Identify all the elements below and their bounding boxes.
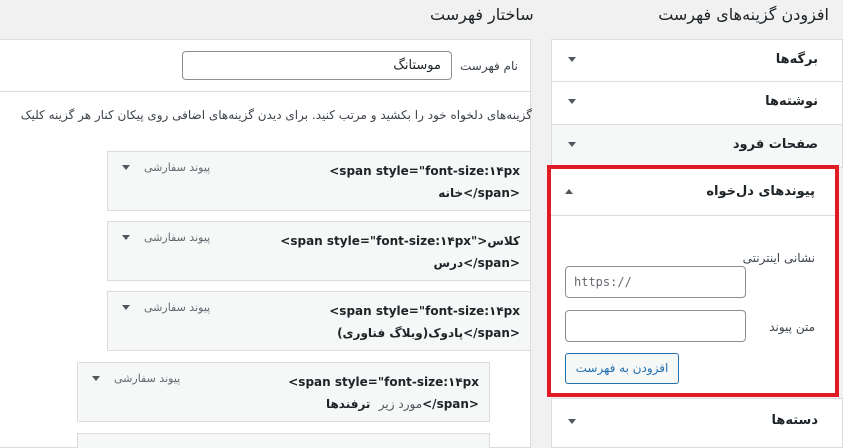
chevron-down-icon[interactable] <box>568 142 576 147</box>
menu-item[interactable] <box>77 433 490 448</box>
add-menu-items-title: افزودن گزینه‌های فهرست <box>658 5 829 24</box>
url-label: نشانی اینترنتی <box>742 251 815 265</box>
accordion-landing-pages[interactable]: صفحات فرود <box>551 125 843 168</box>
chevron-down-icon[interactable] <box>122 305 130 310</box>
menu-item[interactable]: <span style="font-size:۱۴px پادوک(وبلاگ … <box>107 291 531 351</box>
accordion-pages[interactable]: برگه‌ها <box>551 39 843 82</box>
chevron-down-icon[interactable] <box>568 99 576 104</box>
accordion-pages-label: برگه‌ها <box>775 52 818 67</box>
menu-item-title-line1: <span style="font-size:۱۴px <box>288 375 479 389</box>
menu-help-text: گزینه‌های دلخواه خود را بکشید و مرتب کنی… <box>20 108 532 122</box>
menu-item[interactable]: <span style="font-size:۱۴px خانه</span> … <box>107 151 531 211</box>
menu-item-sub-label: مورد زیر <box>378 397 423 411</box>
divider <box>0 91 531 92</box>
add-items-accordion: برگه‌ها نوشته‌ها صفحات فرود <box>551 39 843 168</box>
menu-name-label: نام فهرست <box>460 59 518 73</box>
custom-links-panel: پیوندهای دل‌خواه نشانی اینترنتی https://… <box>547 165 839 397</box>
accordion-posts-label: نوشته‌ها <box>765 94 818 109</box>
menu-structure-title: ساختار فهرست <box>430 5 534 24</box>
chevron-down-icon[interactable] <box>568 57 576 62</box>
menu-item[interactable]: <span style="font-size:۱۴px">کلاس درس</s… <box>107 221 531 281</box>
chevron-down-icon[interactable] <box>92 376 100 381</box>
menu-item-title-line1: <span style="font-size:۱۴px <box>329 304 520 318</box>
menu-item-title-line2: پادوک(وبلاگ فناوری)</span> <box>337 326 520 340</box>
accordion-posts[interactable]: نوشته‌ها <box>551 82 843 125</box>
accordion-categories-label: دسته‌ها <box>771 413 818 428</box>
menu-item-title: <span style="font-size:۱۴px">کلاس درس</s… <box>280 230 520 274</box>
menu-item-type: پیوند سفارشی <box>114 372 181 385</box>
accordion-categories[interactable]: دسته‌ها <box>551 398 843 448</box>
menu-item-type: پیوند سفارشی <box>144 301 211 314</box>
link-text-input[interactable] <box>565 310 746 342</box>
add-to-menu-button[interactable]: افزودن به فهرست <box>565 353 679 384</box>
menu-item-title: <span style="font-size:۱۴px خانه</span> <box>329 160 520 204</box>
menu-item-type: پیوند سفارشی <box>144 231 211 244</box>
menu-item-title-line2: درس</span> <box>433 256 521 270</box>
menu-item-title-line1: <span style="font-size:۱۴px">کلاس <box>280 234 520 248</box>
chevron-down-icon[interactable] <box>122 235 130 240</box>
chevron-down-icon[interactable] <box>122 165 130 170</box>
menu-item-title-line1: <span style="font-size:۱۴px <box>329 164 520 178</box>
custom-links-title: پیوندهای دل‌خواه <box>706 184 815 199</box>
chevron-up-icon[interactable] <box>565 189 573 194</box>
menu-item-title: <span style="font-size:۱۴px پادوک(وبلاگ … <box>329 300 520 344</box>
menu-name-input[interactable]: موستانگ <box>182 51 452 80</box>
accordion-landing-pages-label: صفحات فرود <box>732 137 818 152</box>
link-text-label: متن پیوند <box>769 320 815 334</box>
menu-item-title-line2: خانه</span> <box>438 186 520 200</box>
url-input[interactable]: https:// <box>565 266 746 298</box>
chevron-down-icon[interactable] <box>568 419 576 424</box>
menu-item-title: <span style="font-size:۱۴px مورد زیر ترف… <box>288 371 479 415</box>
custom-links-header[interactable]: پیوندهای دل‌خواه <box>551 169 835 216</box>
menu-item[interactable]: <span style="font-size:۱۴px مورد زیر ترف… <box>77 362 490 422</box>
menu-item-type: پیوند سفارشی <box>144 161 211 174</box>
